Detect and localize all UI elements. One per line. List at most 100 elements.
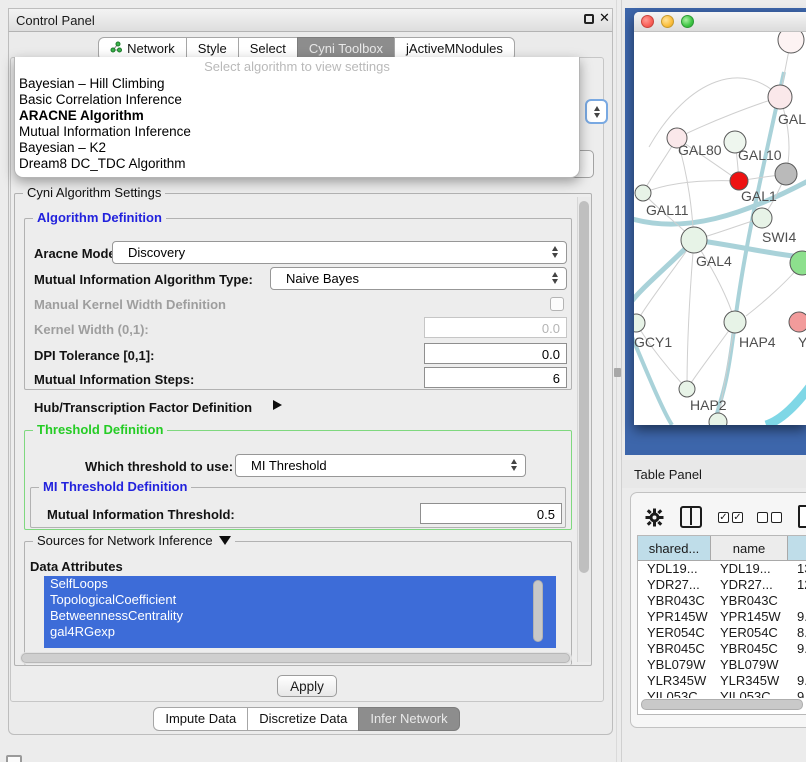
data-attributes-label: Data Attributes [30, 559, 123, 574]
network-view-titlebar[interactable] [634, 12, 806, 32]
network-node-y[interactable] [789, 312, 806, 332]
network-edge[interactable] [677, 97, 780, 138]
table-row[interactable]: YBR045CYBR045C9. [638, 641, 806, 657]
document-icon[interactable] [798, 505, 806, 528]
network-node-gal4[interactable] [681, 227, 707, 253]
table-row[interactable]: YDL19...YDL19...13 [638, 561, 806, 577]
algorithm-list-item[interactable]: Mutual Information Inference [15, 124, 579, 140]
column-header-name[interactable]: name [711, 536, 788, 560]
splitter-handle[interactable] [614, 368, 621, 377]
network-node-gal11[interactable] [635, 185, 651, 201]
tab-infer-network-label: Infer Network [370, 711, 447, 726]
network-node[interactable] [775, 163, 797, 185]
zoom-traffic-light-icon[interactable] [681, 15, 694, 28]
algorithm-list-item[interactable]: Bayesian – Hill Climbing [15, 76, 579, 92]
expander-right-icon[interactable] [273, 400, 282, 410]
table-cell: YIL053C [638, 689, 711, 698]
algorithm-combo-stepper[interactable] [585, 99, 608, 124]
hub-definition-expander-label[interactable]: Hub/Transcription Factor Definition [34, 400, 252, 415]
network-node-hap2[interactable] [679, 381, 695, 397]
attribute-list-item[interactable]: SelfLoops [44, 576, 556, 592]
table-row[interactable]: YPR145WYPR145W9. [638, 609, 806, 625]
table-row[interactable]: YIL053CYIL053C9. [638, 689, 806, 698]
gear-icon[interactable] [645, 508, 664, 530]
aracne-mode-label: Aracne Mode: [34, 246, 120, 261]
network-edge[interactable] [636, 240, 694, 323]
tab-impute-data-label: Impute Data [165, 711, 236, 726]
column-header-shared-name[interactable]: shared... [638, 536, 711, 560]
table-cell: 9. [788, 673, 806, 689]
table-row[interactable]: YLR345WYLR345W9. [638, 673, 806, 689]
mutual-information-threshold-field[interactable]: 0.5 [420, 503, 562, 524]
float-window-icon[interactable] [584, 14, 594, 24]
node-label: GAL1 [741, 188, 777, 204]
node-label: GAL [778, 111, 806, 127]
table-row[interactable]: YDR27...YDR27...12 [638, 577, 806, 593]
collapsed-panel-icon[interactable] [6, 755, 22, 762]
control-panel-title: Control Panel [16, 13, 95, 28]
network-node[interactable] [778, 32, 804, 53]
bottom-tabbar: Impute Data Discretize Data Infer Networ… [10, 707, 604, 731]
column-header-partial[interactable]: A [788, 536, 806, 560]
algorithm-list-item[interactable]: Dream8 DC_TDC Algorithm [15, 156, 579, 172]
attribute-list-item[interactable] [44, 640, 556, 648]
tab-discretize-data-label: Discretize Data [259, 711, 347, 726]
apply-button[interactable]: Apply [277, 675, 337, 697]
horizontal-scrollbar-thumb[interactable] [21, 653, 570, 663]
network-edge[interactable] [766, 384, 806, 425]
splitter-divider[interactable] [616, 0, 617, 762]
kernel-width-field[interactable]: 0.0 [424, 317, 567, 338]
table-header-row: shared... name A [638, 536, 806, 561]
table-row[interactable]: YBR043CYBR043C [638, 593, 806, 609]
dpi-tolerance-field[interactable]: 0.0 [424, 343, 567, 364]
select-all-columns-icon[interactable]: ✓✓ [718, 512, 743, 523]
table-row[interactable]: YER054CYER054C8. [638, 625, 806, 641]
close-traffic-light-icon[interactable] [641, 15, 654, 28]
network-node[interactable] [709, 413, 727, 425]
table-cell: 9. [788, 609, 806, 625]
minimize-traffic-light-icon[interactable] [661, 15, 674, 28]
mi-algorithm-type-combobox[interactable]: Naive Bayes [270, 267, 567, 290]
tab-infer-network[interactable]: Infer Network [358, 707, 459, 731]
split-columns-icon[interactable] [680, 506, 702, 528]
splitter-divider-2[interactable] [621, 0, 622, 762]
list-scrollbar-thumb[interactable] [533, 580, 543, 642]
tab-discretize-data[interactable]: Discretize Data [247, 707, 359, 731]
algorithm-list-item[interactable]: ARACNE Algorithm [15, 108, 579, 124]
network-node-gal[interactable] [768, 85, 792, 109]
mi-steps-field[interactable]: 6 [424, 367, 567, 388]
tab-impute-data[interactable]: Impute Data [153, 707, 248, 731]
table-cell: 8. [788, 625, 806, 641]
network-node-gcy1[interactable] [634, 314, 645, 332]
mi-algorithm-type-value: Naive Bayes [286, 271, 544, 286]
attribute-list-item[interactable]: TopologicalCoefficient [44, 592, 556, 608]
manual-kernel-width-label: Manual Kernel Width Definition [34, 297, 226, 312]
table-cell [788, 657, 806, 673]
attribute-list-item[interactable]: gal4RGexp [44, 624, 556, 640]
network-edge[interactable] [643, 181, 739, 193]
table-row[interactable]: YBL079WYBL079W [638, 657, 806, 673]
kernel-width-label: Kernel Width (0,1): [34, 322, 149, 337]
attribute-list-item[interactable]: BetweennessCentrality [44, 608, 556, 624]
tab-style-label: Style [198, 41, 227, 56]
aracne-mode-combobox[interactable]: Discovery [112, 241, 567, 264]
manual-kernel-width-checkbox[interactable] [550, 297, 564, 311]
network-edge[interactable] [687, 240, 694, 389]
data-attributes-list[interactable]: SelfLoopsTopologicalCoefficientBetweenne… [44, 576, 556, 648]
algorithm-list-item[interactable]: Bayesian – K2 [15, 140, 579, 156]
node-label: SWI4 [762, 229, 796, 245]
network-node-hap4[interactable] [724, 311, 746, 333]
table-cell: YBL079W [711, 657, 788, 673]
algorithm-list-item[interactable]: Basic Correlation Inference [15, 92, 579, 108]
network-edge[interactable] [636, 323, 687, 389]
which-threshold-combobox[interactable]: MI Threshold [235, 454, 526, 477]
combo-arrows-icon [552, 272, 558, 284]
sources-group-title[interactable]: Sources for Network Inference [33, 533, 235, 548]
which-threshold-value: MI Threshold [251, 458, 503, 473]
deselect-all-columns-icon[interactable] [757, 512, 782, 523]
network-node-swi4[interactable] [752, 208, 772, 228]
table-hscrollbar-thumb[interactable] [641, 699, 803, 710]
network-canvas[interactable]: GALGAL80GAL10GAL1GAL11SWI4GAL4GCY1HAP4YH… [634, 32, 806, 425]
settings-scrollbar-thumb[interactable] [579, 201, 589, 573]
close-icon[interactable]: ✕ [599, 10, 610, 26]
